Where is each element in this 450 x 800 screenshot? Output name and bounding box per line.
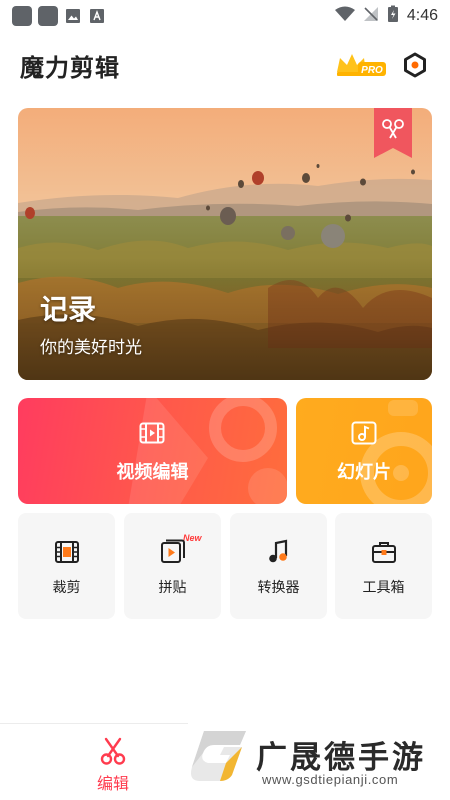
hero-banner[interactable]: 记录 你的美好时光	[18, 108, 432, 380]
music-note-icon	[266, 539, 292, 565]
bottom-nav-divider	[0, 723, 188, 724]
settings-icon[interactable]	[402, 52, 428, 78]
tool-label: 拼贴	[158, 580, 187, 596]
video-edit-label: 视频编辑	[116, 462, 189, 483]
tool-toolbox[interactable]: 工具箱	[335, 513, 432, 619]
app-title: 魔力剪辑	[20, 54, 120, 82]
film-icon	[139, 420, 165, 446]
no-signal-icon	[363, 6, 379, 26]
tool-collage[interactable]: New 拼贴	[124, 513, 221, 619]
watermark-url: www.gsdtiepianji.com	[262, 772, 399, 787]
tool-label: 工具箱	[362, 580, 405, 596]
notification-icon	[38, 6, 58, 26]
tool-label: 转换器	[257, 580, 300, 596]
slideshow-label: 幻灯片	[337, 462, 391, 483]
status-bar: 4:46	[0, 0, 450, 32]
nav-edit-label: 编辑	[96, 774, 129, 793]
slideshow-card[interactable]: 幻灯片	[296, 398, 432, 504]
tool-converter[interactable]: 转换器	[230, 513, 327, 619]
scissors-decoration	[128, 398, 287, 504]
banner-title: 记录	[40, 293, 97, 326]
banner-subtitle: 你的美好时光	[40, 338, 142, 358]
collage-icon	[160, 539, 186, 565]
tool-crop[interactable]: 裁剪	[18, 513, 115, 619]
font-icon	[88, 7, 106, 25]
toolbox-icon	[371, 539, 397, 565]
pro-crown-button[interactable]: PRO	[334, 50, 388, 80]
nav-edit-tab[interactable]: 编辑	[85, 734, 141, 794]
crop-film-icon	[54, 539, 80, 565]
crown-icon: PRO	[337, 54, 386, 76]
wifi-icon	[334, 6, 355, 26]
video-edit-card[interactable]: 视频编辑	[18, 398, 287, 504]
watermark-text: 广晟德手游	[256, 740, 426, 776]
watermark-logo	[190, 727, 250, 785]
music-frame-icon	[351, 420, 377, 446]
tool-label: 裁剪	[52, 580, 81, 596]
pro-label: PRO	[361, 65, 383, 76]
battery-icon	[387, 5, 399, 27]
clock: 4:46	[406, 7, 438, 24]
reel-decoration	[360, 400, 432, 504]
notification-icon	[12, 6, 32, 26]
scissors-ribbon	[374, 108, 412, 158]
scissors-icon	[98, 736, 128, 766]
image-icon	[64, 7, 82, 25]
